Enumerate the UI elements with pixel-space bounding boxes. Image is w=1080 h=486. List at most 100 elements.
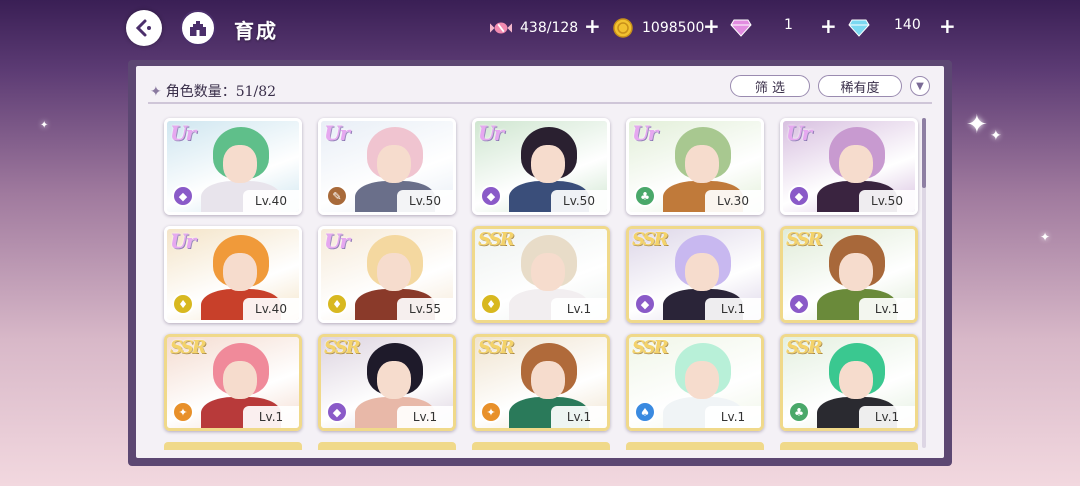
purple-attribute-icon: ◆ <box>788 185 810 207</box>
rarity-badge: SSR <box>632 229 669 250</box>
character-panel: ✦ 角色数量：51/82 筛 选 稀有度 ▼ Ur ◆ Lv.40 Ur ✎ Lv.50 Ur… <box>128 60 952 466</box>
sort-order-button[interactable]: ▼ <box>910 76 930 96</box>
rarity-badge: Ur <box>478 121 504 145</box>
purple-attribute-icon: ◆ <box>634 293 656 315</box>
character-card[interactable]: Ur ◆ Lv.50 <box>472 118 610 215</box>
page-title: 育成 <box>234 19 278 43</box>
character-card[interactable]: Ur ◆ Lv.40 <box>164 118 302 215</box>
character-count: ✦ 角色数量：51/82 <box>150 81 276 101</box>
rarity-badge: Ur <box>324 229 350 253</box>
character-card[interactable] <box>472 442 610 450</box>
level-label: Lv.1 <box>397 406 453 428</box>
rarity-badge: Ur <box>324 121 350 145</box>
rarity-badge: SSR <box>786 337 823 358</box>
blue-diamond-icon <box>848 17 870 39</box>
add-candy-button[interactable]: + <box>584 14 601 38</box>
character-card[interactable]: SSR ♠ Lv.1 <box>626 334 764 431</box>
character-card[interactable]: SSR ♦ Lv.1 <box>472 226 610 323</box>
level-label: Lv.55 <box>397 298 453 320</box>
character-card[interactable]: SSR ♣ Lv.1 <box>780 334 918 431</box>
character-count-text: 角色数量：51/82 <box>165 84 277 100</box>
gold-value: 1098500 <box>642 20 705 36</box>
orange-attribute-icon: ✦ <box>172 401 194 423</box>
character-panel-inner: ✦ 角色数量：51/82 筛 选 稀有度 ▼ Ur ◆ Lv.40 Ur ✎ Lv.50 Ur… <box>136 66 944 458</box>
purple-attribute-icon: ◆ <box>480 185 502 207</box>
purple-attribute-icon: ◆ <box>172 185 194 207</box>
level-label: Lv.40 <box>243 298 299 320</box>
character-card[interactable]: SSR ✦ Lv.1 <box>164 334 302 431</box>
candy-resource: 438/128 <box>490 17 578 39</box>
rarity-badge: Ur <box>632 121 658 145</box>
yellow-attribute-icon: ♦ <box>172 293 194 315</box>
pink-diamond-icon <box>730 17 752 39</box>
level-label: Lv.40 <box>243 190 299 212</box>
character-card[interactable]: Ur ♦ Lv.40 <box>164 226 302 323</box>
scrollbar-thumb[interactable] <box>922 118 926 188</box>
divider <box>148 102 932 104</box>
level-label: Lv.1 <box>859 406 915 428</box>
purple-attribute-icon: ◆ <box>326 401 348 423</box>
character-card[interactable]: SSR ◆ Lv.1 <box>318 334 456 431</box>
character-card[interactable]: Ur ♣ Lv.30 <box>626 118 764 215</box>
level-label: Lv.30 <box>705 190 761 212</box>
level-label: Lv.1 <box>705 298 761 320</box>
yellow-attribute-icon: ♦ <box>326 293 348 315</box>
character-card[interactable] <box>780 442 918 450</box>
rarity-badge: SSR <box>324 337 361 358</box>
candy-value: 438/128 <box>520 20 579 36</box>
chevron-down-icon: ▼ <box>916 80 924 92</box>
level-label: Lv.1 <box>243 406 299 428</box>
candy-icon <box>490 17 512 39</box>
character-card[interactable]: SSR ◆ Lv.1 <box>780 226 918 323</box>
character-card[interactable] <box>164 442 302 450</box>
filter-button[interactable]: 筛 选 <box>730 75 810 97</box>
character-card[interactable]: SSR ✦ Lv.1 <box>472 334 610 431</box>
back-button[interactable] <box>126 10 162 46</box>
add-blue-gem-button[interactable]: + <box>939 14 956 38</box>
rarity-badge: SSR <box>170 337 207 358</box>
pink-gem-value: 1 <box>784 17 793 33</box>
level-label: Lv.1 <box>859 298 915 320</box>
green-attribute-icon: ♣ <box>634 185 656 207</box>
level-label: Lv.50 <box>551 190 607 212</box>
sparkle-icon: ✦ <box>40 120 49 131</box>
sparkle-icon: ✦ <box>150 84 162 100</box>
rarity-badge: SSR <box>478 229 515 250</box>
blue-gem-value: 140 <box>894 17 921 33</box>
level-label: Lv.1 <box>551 406 607 428</box>
character-card[interactable] <box>626 442 764 450</box>
rarity-sort-button[interactable]: 稀有度 <box>818 75 902 97</box>
add-pink-gem-button[interactable]: + <box>820 14 837 38</box>
sparkle-icon: ✦ <box>966 110 988 140</box>
gold-resource: 1098500 <box>612 17 704 39</box>
rarity-badge: SSR <box>632 337 669 358</box>
level-label: Lv.1 <box>705 406 761 428</box>
top-bar: 育成 438/128 + 1098500 + 1 + 140 + <box>0 0 1080 58</box>
level-label: Lv.50 <box>397 190 453 212</box>
gold-coin-icon <box>612 17 634 39</box>
home-button[interactable] <box>180 10 216 46</box>
rarity-badge: SSR <box>786 229 823 250</box>
character-card[interactable]: SSR ◆ Lv.1 <box>626 226 764 323</box>
sparkle-icon: ✦ <box>990 128 1002 144</box>
rarity-badge: Ur <box>170 229 196 253</box>
purple-attribute-icon: ◆ <box>788 293 810 315</box>
green-attribute-icon: ♣ <box>788 401 810 423</box>
pink-gem-resource <box>730 17 760 39</box>
character-card[interactable]: Ur ✎ Lv.50 <box>318 118 456 215</box>
character-card[interactable]: Ur ◆ Lv.50 <box>780 118 918 215</box>
orange-attribute-icon: ✦ <box>480 401 502 423</box>
rarity-badge: Ur <box>170 121 196 145</box>
rarity-badge: SSR <box>478 337 515 358</box>
brown-attribute-icon: ✎ <box>326 185 348 207</box>
sparkle-icon: ✦ <box>1040 230 1051 244</box>
yellow-attribute-icon: ♦ <box>480 293 502 315</box>
back-arrow-icon <box>135 19 151 37</box>
level-label: Lv.50 <box>859 190 915 212</box>
add-gold-button[interactable]: + <box>703 14 720 38</box>
blue-gem-resource <box>848 17 878 39</box>
rarity-badge: Ur <box>786 121 812 145</box>
character-card[interactable]: Ur ♦ Lv.55 <box>318 226 456 323</box>
blue-attribute-icon: ♠ <box>634 401 656 423</box>
character-card[interactable] <box>318 442 456 450</box>
